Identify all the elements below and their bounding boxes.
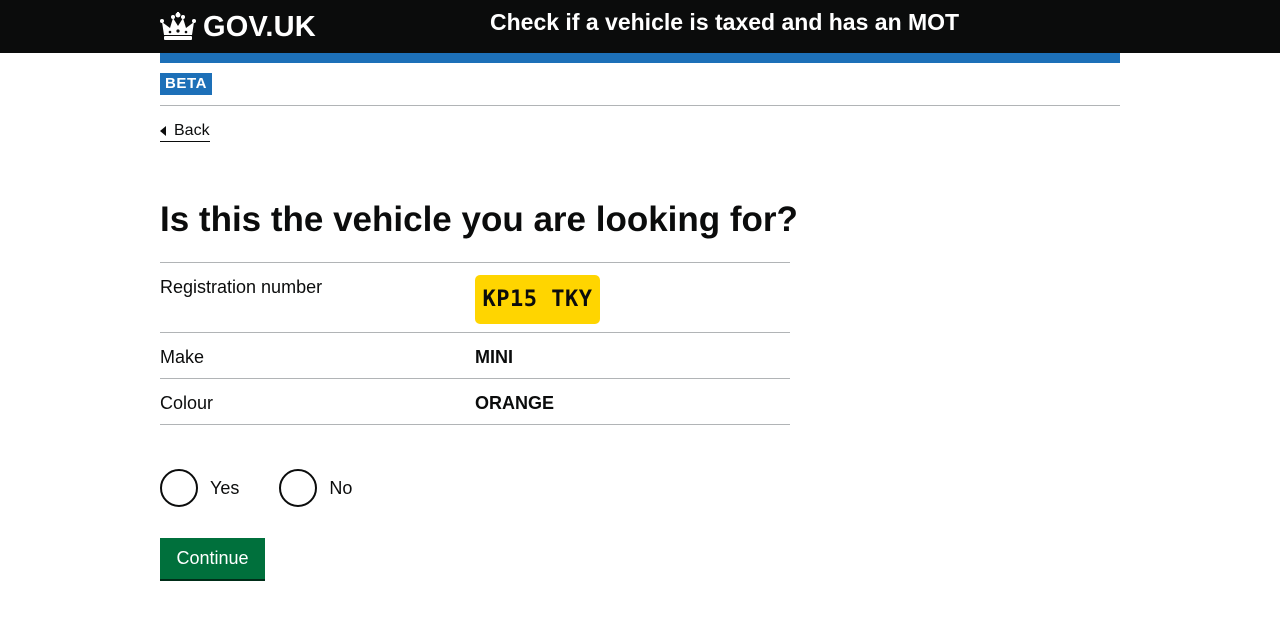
summary-value: MINI xyxy=(475,347,513,367)
back-arrow-icon xyxy=(160,125,166,136)
vehicle-summary-list: Registration number KP15 TKY Make MINI C… xyxy=(160,262,790,425)
radio-yes-label[interactable]: Yes xyxy=(210,476,239,500)
header-blue-bar xyxy=(160,53,1120,63)
radio-no-input[interactable] xyxy=(279,469,318,507)
crown-icon xyxy=(160,12,196,40)
logo-text: GOV.UK xyxy=(203,11,316,43)
summary-key: Colour xyxy=(160,393,214,413)
phase-banner-divider xyxy=(160,105,1120,106)
continue-button[interactable]: Continue xyxy=(160,538,265,579)
registration-plate: KP15 TKY xyxy=(475,275,600,324)
summary-row-registration: Registration number KP15 TKY xyxy=(160,263,790,333)
summary-key: Registration number xyxy=(160,277,323,297)
summary-row-colour: Colour ORANGE xyxy=(160,379,790,425)
beta-tag: BETA xyxy=(160,73,213,95)
radio-no[interactable]: No xyxy=(279,469,352,507)
back-link[interactable]: Back xyxy=(160,121,210,142)
page-title: Is this the vehicle you are looking for? xyxy=(160,200,798,239)
summary-row-make: Make MINI xyxy=(160,333,790,379)
header: GOV.UK Check if a vehicle is taxed and h… xyxy=(0,0,1280,53)
govuk-logo-link[interactable]: GOV.UK xyxy=(160,10,316,44)
vehicle-confirm-radios: Yes No xyxy=(160,469,392,507)
back-link-label: Back xyxy=(174,122,210,139)
radio-no-label[interactable]: No xyxy=(329,476,352,500)
service-name-link[interactable]: Check if a vehicle is taxed and has an M… xyxy=(490,6,959,38)
summary-key: Make xyxy=(160,347,205,367)
summary-value: ORANGE xyxy=(475,393,555,413)
radio-yes[interactable]: Yes xyxy=(160,469,239,507)
radio-yes-input[interactable] xyxy=(160,469,198,507)
